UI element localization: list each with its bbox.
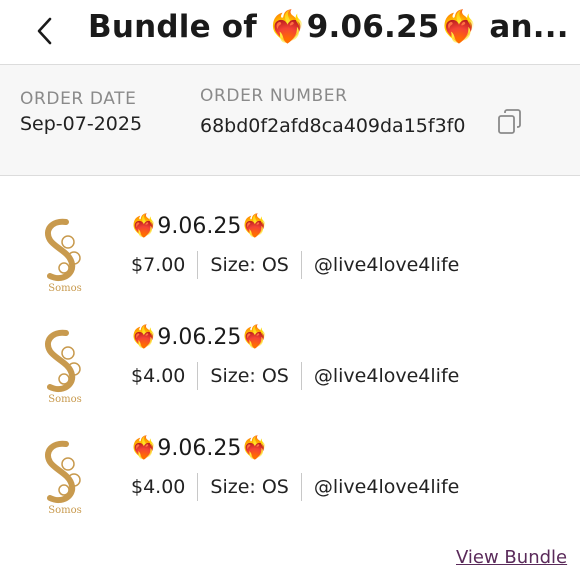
logo-text: Somos [48,505,82,516]
logo-text: Somos [48,394,82,405]
item-size: Size: OS [210,365,289,387]
item-title: ❤️‍🔥9.06.25❤️‍🔥 [130,325,269,350]
somos-logo-icon: Somos [45,218,82,294]
list-item[interactable]: Somos ❤️‍🔥9.06.25❤️‍🔥 $4.00 Size: OS @li… [0,323,580,423]
divider [197,362,199,390]
somos-logo-icon: Somos [45,329,82,405]
back-button[interactable] [30,14,60,48]
item-thumbnail: Somos [34,323,96,411]
item-price: $7.00 [131,254,186,276]
item-meta: $7.00 Size: OS @live4love4life [131,251,459,279]
item-thumbnail: Somos [34,434,96,522]
item-meta: $4.00 Size: OS @live4love4life [131,362,459,390]
somos-logo-icon: Somos [45,440,82,516]
divider [300,362,302,390]
divider [300,473,302,501]
item-title: ❤️‍🔥9.06.25❤️‍🔥 [130,214,269,239]
copy-order-number-button[interactable] [496,108,524,136]
list-item[interactable]: Somos ❤️‍🔥9.06.25❤️‍🔥 $7.00 Size: OS @li… [0,212,580,312]
item-size: Size: OS [210,476,289,498]
divider [300,251,302,279]
order-date-label: ORDER DATE [20,89,137,109]
divider [197,251,199,279]
order-number-value[interactable]: 68bd0f2afd8ca409da15f3f0 [200,115,465,137]
top-bar: Bundle of ❤️‍🔥9.06.25❤️‍🔥 an... [0,0,580,62]
item-title: ❤️‍🔥9.06.25❤️‍🔥 [130,436,269,461]
logo-text: Somos [48,283,82,294]
item-price: $4.00 [131,365,186,387]
page-title: Bundle of ❤️‍🔥9.06.25❤️‍🔥 an... [88,9,568,45]
item-seller[interactable]: @live4love4life [314,254,459,276]
chevron-left-icon [37,17,52,45]
view-bundle-link[interactable]: View Bundle [456,547,567,568]
list-item[interactable]: Somos ❤️‍🔥9.06.25❤️‍🔥 $4.00 Size: OS @li… [0,434,580,534]
item-seller[interactable]: @live4love4life [314,365,459,387]
item-size: Size: OS [210,254,289,276]
copy-icon [498,109,521,134]
item-thumbnail: Somos [34,212,96,300]
item-meta: $4.00 Size: OS @live4love4life [131,473,459,501]
item-seller[interactable]: @live4love4life [314,476,459,498]
order-number-label: ORDER NUMBER [200,86,348,106]
item-price: $4.00 [131,476,186,498]
divider [197,473,199,501]
order-date-value: Sep-07-2025 [20,113,143,135]
